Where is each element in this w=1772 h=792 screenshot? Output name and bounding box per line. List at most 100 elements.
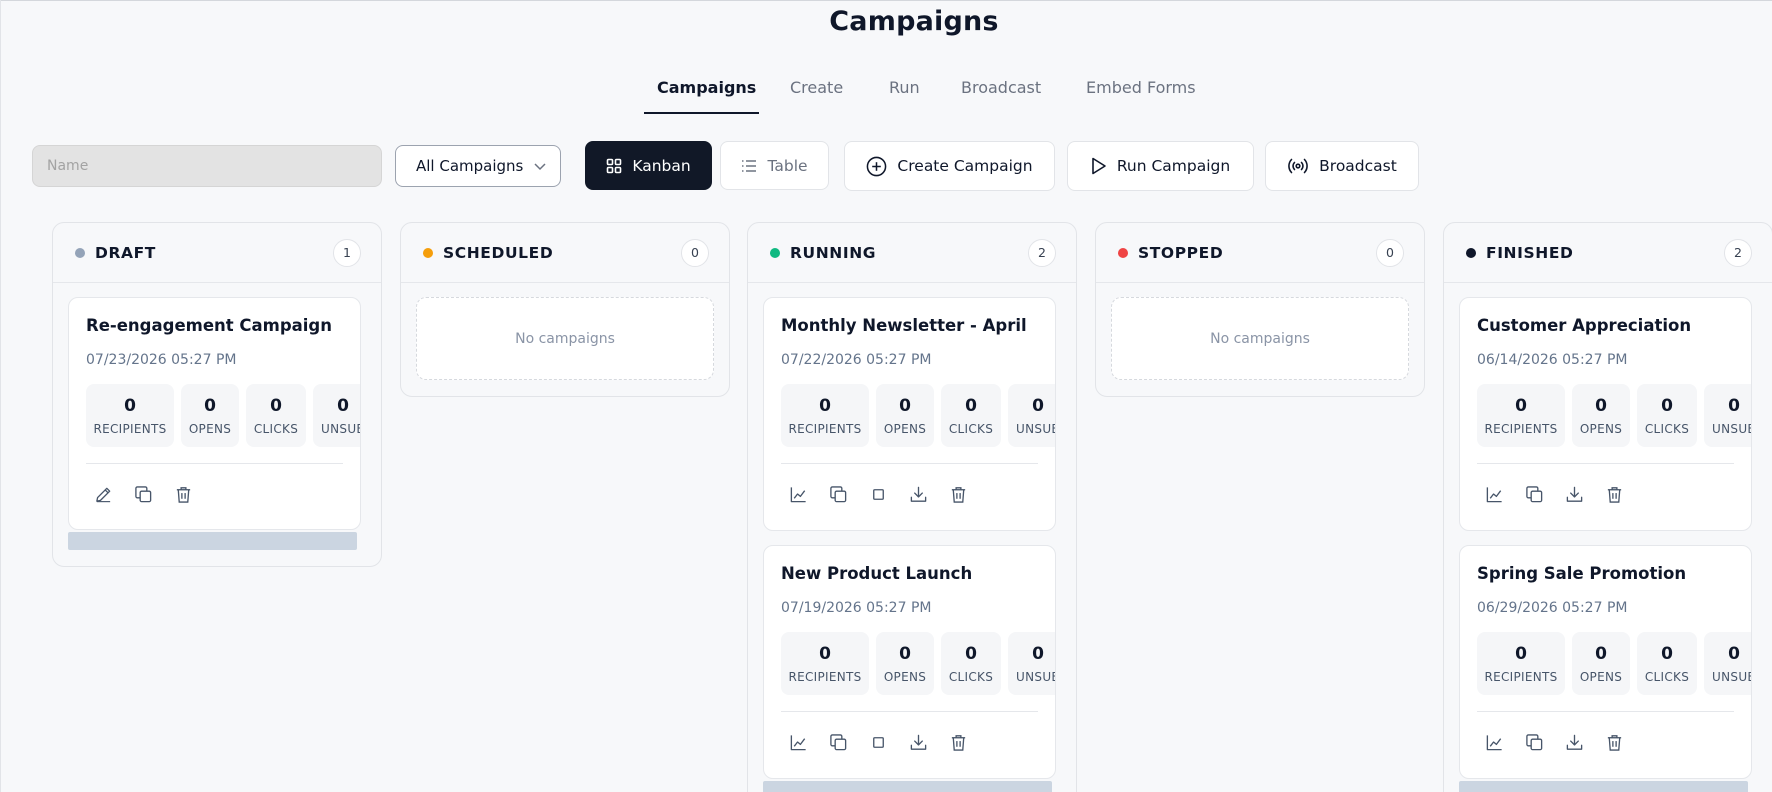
tab-broadcast[interactable]: Broadcast <box>961 78 1041 97</box>
campaign-date: 06/29/2026 05:27 PM <box>1477 600 1628 616</box>
campaign-date: 06/14/2026 05:27 PM <box>1477 352 1628 368</box>
campaign-card[interactable]: Monthly Newsletter - April 07/22/2026 05… <box>763 297 1056 531</box>
column-finished: FINISHED 2 Customer Appreciation 06/14/2… <box>1443 222 1772 792</box>
list-icon <box>742 159 757 172</box>
create-campaign-button[interactable]: Create Campaign <box>844 141 1055 191</box>
stop-icon[interactable] <box>868 732 888 752</box>
campaign-card[interactable]: Re-engagement Campaign 07/23/2026 05:27 … <box>68 297 361 530</box>
plus-circle-icon <box>867 156 887 176</box>
campaign-date: 07/19/2026 05:27 PM <box>781 600 932 616</box>
stat-clicks: 0 CLICKS <box>941 632 1001 695</box>
status-dot <box>423 247 433 258</box>
stat-value: 0 <box>1032 643 1044 664</box>
card-actions <box>93 484 193 504</box>
campaign-filter-select[interactable]: All Campaigns <box>395 145 561 187</box>
stat-label: RECIPIENTS <box>1484 669 1558 684</box>
tab-create[interactable]: Create <box>790 78 843 97</box>
stat-label: OPENS <box>1579 669 1623 684</box>
stop-icon[interactable] <box>868 484 888 504</box>
kanban-view-button[interactable]: Kanban <box>585 141 712 190</box>
create-campaign-label: Create Campaign <box>897 157 1033 175</box>
duplicate-icon[interactable] <box>1524 732 1544 752</box>
column-header: SCHEDULED 0 <box>401 223 729 283</box>
column-header: DRAFT 1 <box>53 223 381 283</box>
analytics-icon[interactable] <box>1484 732 1504 752</box>
campaign-card[interactable]: New Product Launch 07/19/2026 05:27 PM 0… <box>763 545 1056 779</box>
analytics-icon[interactable] <box>788 732 808 752</box>
stat-value: 0 <box>965 395 977 416</box>
edit-icon[interactable] <box>93 484 113 504</box>
download-icon[interactable] <box>1564 484 1584 504</box>
trash-icon[interactable] <box>173 484 193 504</box>
analytics-icon[interactable] <box>788 484 808 504</box>
stat-value: 0 <box>204 395 216 416</box>
tab-bar: Campaigns Create Run Broadcast Embed For… <box>0 78 1772 114</box>
horizontal-scrollbar[interactable] <box>1459 781 1748 792</box>
stat-value: 0 <box>270 395 282 416</box>
stat-value: 0 <box>899 395 911 416</box>
stat-opens: 0 OPENS <box>876 384 934 447</box>
duplicate-icon[interactable] <box>133 484 153 504</box>
kanban-label: Kanban <box>632 156 691 175</box>
play-icon <box>1092 157 1106 175</box>
campaign-date: 07/22/2026 05:27 PM <box>781 352 932 368</box>
horizontal-scrollbar[interactable] <box>68 532 357 550</box>
stat-recipients: 0 RECIPIENTS <box>1477 632 1565 695</box>
trash-icon[interactable] <box>1604 732 1624 752</box>
status-dot <box>1466 247 1476 258</box>
duplicate-icon[interactable] <box>828 732 848 752</box>
campaign-filter-value: All Campaigns <box>416 157 524 175</box>
table-view-button[interactable]: Table <box>720 141 829 190</box>
horizontal-scrollbar[interactable] <box>763 781 1052 792</box>
stat-label: CLICKS <box>1644 421 1690 436</box>
stat-clicks: 0 CLICKS <box>1637 384 1697 447</box>
stat-label: CLICKS <box>1644 669 1690 684</box>
stat-value: 0 <box>819 395 831 416</box>
duplicate-icon[interactable] <box>828 484 848 504</box>
stat-unsub: 0 UNSUB <box>313 384 361 447</box>
active-tab-indicator <box>644 112 759 114</box>
stat-label: UNSUB <box>321 421 361 436</box>
stat-value: 0 <box>1728 395 1740 416</box>
card-actions <box>788 484 968 504</box>
stat-opens: 0 OPENS <box>876 632 934 695</box>
stat-unsub: 0 UNSUB <box>1704 384 1751 447</box>
name-search-input[interactable] <box>32 145 382 187</box>
stats-row: 0 RECIPIENTS 0 OPENS 0 CLICKS 0 UNSUB <box>781 632 1055 695</box>
stat-unsub: 0 UNSUB <box>1704 632 1752 695</box>
stat-label: CLICKS <box>253 421 299 436</box>
download-icon[interactable] <box>908 484 928 504</box>
download-icon[interactable] <box>1564 732 1584 752</box>
tab-embed-forms[interactable]: Embed Forms <box>1086 78 1196 97</box>
run-campaign-button[interactable]: Run Campaign <box>1067 141 1254 191</box>
trash-icon[interactable] <box>948 732 968 752</box>
tab-campaigns[interactable]: Campaigns <box>657 78 756 97</box>
stat-value: 0 <box>1515 643 1527 664</box>
stat-clicks: 0 CLICKS <box>941 384 1001 447</box>
status-dot <box>770 247 780 258</box>
stat-value: 0 <box>1728 643 1740 664</box>
card-actions <box>1484 484 1624 504</box>
stat-opens: 0 OPENS <box>1572 384 1630 447</box>
trash-icon[interactable] <box>1604 484 1624 504</box>
campaign-name: Re-engagement Campaign <box>86 316 332 335</box>
trash-icon[interactable] <box>948 484 968 504</box>
column-title: SCHEDULED <box>443 243 554 262</box>
campaign-date: 07/23/2026 05:27 PM <box>86 352 237 368</box>
stat-label: UNSUB <box>1712 669 1752 684</box>
broadcast-label: Broadcast <box>1319 157 1397 175</box>
download-icon[interactable] <box>908 732 928 752</box>
status-dot <box>75 247 85 258</box>
broadcast-button[interactable]: Broadcast <box>1265 141 1419 191</box>
campaign-card[interactable]: Spring Sale Promotion 06/29/2026 05:27 P… <box>1459 545 1752 779</box>
stat-unsub: 0 UNSUB <box>1008 632 1055 695</box>
tab-run[interactable]: Run <box>889 78 920 97</box>
campaign-card[interactable]: Customer Appreciation 06/14/2026 05:27 P… <box>1459 297 1752 531</box>
campaign-name: New Product Launch <box>781 564 973 583</box>
column-title: FINISHED <box>1486 243 1574 262</box>
card-divider <box>86 463 343 464</box>
analytics-icon[interactable] <box>1484 484 1504 504</box>
card-divider <box>1477 463 1734 464</box>
duplicate-icon[interactable] <box>1524 484 1544 504</box>
empty-placeholder: No campaigns <box>416 297 714 380</box>
